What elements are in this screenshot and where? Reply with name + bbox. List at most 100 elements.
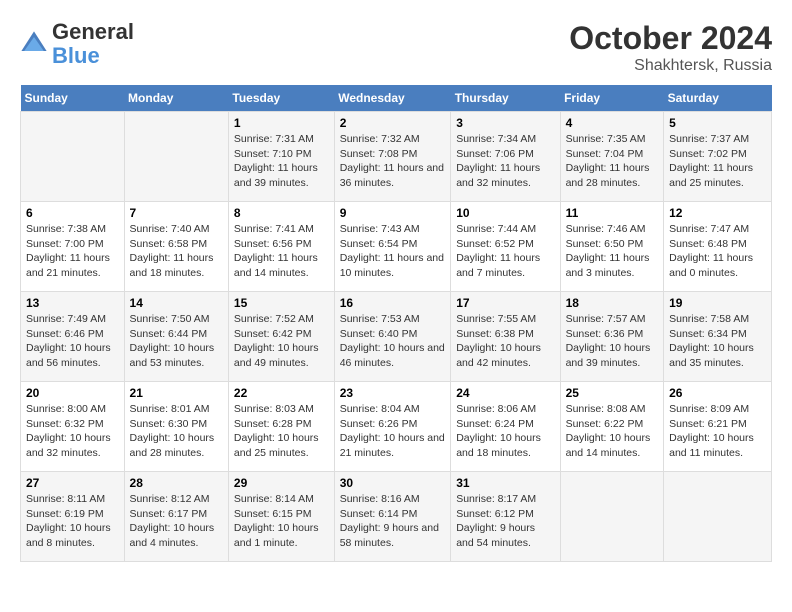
day-number: 27: [26, 476, 119, 490]
calendar-cell: 26 Sunrise: 8:09 AM Sunset: 6:21 PM Dayli…: [664, 382, 772, 472]
day-number: 9: [340, 206, 446, 220]
cell-content: Sunrise: 8:14 AM Sunset: 6:15 PM Dayligh…: [234, 492, 329, 551]
cell-content: Sunrise: 7:58 AM Sunset: 6:34 PM Dayligh…: [669, 312, 766, 371]
calendar-cell: 18Sunrise: 7:57 AM Sunset: 6:36 PM Dayli…: [560, 292, 664, 382]
calendar-cell: 21 Sunrise: 8:01 AM Sunset: 6:30 PM Dayli…: [124, 382, 228, 472]
day-number: 28: [130, 476, 223, 490]
calendar-cell: 8 Sunrise: 7:41 AM Sunset: 6:56 PM Daylig…: [228, 202, 334, 292]
calendar-table: SundayMondayTuesdayWednesdayThursdayFrid…: [20, 85, 772, 562]
day-number: 8: [234, 206, 329, 220]
day-number: 18: [566, 296, 659, 310]
cell-content: Sunrise: 8:16 AM Sunset: 6:14 PM Dayligh…: [340, 492, 446, 551]
day-number: 20: [26, 386, 119, 400]
cell-content: Sunrise: 8:06 AM Sunset: 6:24 PM Dayligh…: [456, 402, 554, 461]
day-number: 10: [456, 206, 554, 220]
calendar-cell: 30 Sunrise: 8:16 AM Sunset: 6:14 PM Dayli…: [334, 472, 451, 562]
day-header: Thursday: [451, 85, 560, 112]
day-number: 1: [234, 116, 329, 130]
calendar-cell: 1 Sunrise: 7:31 AM Sunset: 7:10 PM Daylig…: [228, 112, 334, 202]
cell-content: Sunrise: 7:41 AM Sunset: 6:56 PM Dayligh…: [234, 222, 329, 281]
cell-content: Sunrise: 7:46 AM Sunset: 6:50 PM Dayligh…: [566, 222, 659, 281]
day-number: 5: [669, 116, 766, 130]
page-header: General Blue October 2024 Shakhtersk, Ru…: [20, 20, 772, 75]
logo-icon: [20, 30, 48, 58]
day-number: 30: [340, 476, 446, 490]
calendar-cell: 27 Sunrise: 8:11 AM Sunset: 6:19 PM Dayli…: [21, 472, 125, 562]
calendar-cell: 17 Sunrise: 7:55 AM Sunset: 6:38 PM Dayli…: [451, 292, 560, 382]
day-number: 12: [669, 206, 766, 220]
calendar-cell: 29 Sunrise: 8:14 AM Sunset: 6:15 PM Dayli…: [228, 472, 334, 562]
cell-content: Sunrise: 7:43 AM Sunset: 6:54 PM Dayligh…: [340, 222, 446, 281]
day-number: 17: [456, 296, 554, 310]
day-number: 6: [26, 206, 119, 220]
cell-content: Sunrise: 8:17 AM Sunset: 6:12 PM Dayligh…: [456, 492, 554, 551]
calendar-cell: [124, 112, 228, 202]
cell-content: Sunrise: 7:53 AM Sunset: 6:40 PM Dayligh…: [340, 312, 446, 371]
day-header: Wednesday: [334, 85, 451, 112]
cell-content: Sunrise: 8:11 AM Sunset: 6:19 PM Dayligh…: [26, 492, 119, 551]
cell-content: Sunrise: 7:55 AM Sunset: 6:38 PM Dayligh…: [456, 312, 554, 371]
calendar-cell: 6Sunrise: 7:38 AM Sunset: 7:00 PM Daylig…: [21, 202, 125, 292]
calendar-cell: 22Sunrise: 8:03 AM Sunset: 6:28 PM Dayli…: [228, 382, 334, 472]
cell-content: Sunrise: 8:12 AM Sunset: 6:17 PM Dayligh…: [130, 492, 223, 551]
title-block: October 2024 Shakhtersk, Russia: [569, 20, 772, 75]
day-number: 26: [669, 386, 766, 400]
day-number: 29: [234, 476, 329, 490]
logo: General Blue: [20, 20, 134, 68]
cell-content: Sunrise: 7:40 AM Sunset: 6:58 PM Dayligh…: [130, 222, 223, 281]
calendar-cell: 16 Sunrise: 7:53 AM Sunset: 6:40 PM Dayli…: [334, 292, 451, 382]
calendar-cell: [21, 112, 125, 202]
calendar-week-row: 13 Sunrise: 7:49 AM Sunset: 6:46 PM Dayli…: [21, 292, 772, 382]
cell-content: Sunrise: 7:31 AM Sunset: 7:10 PM Dayligh…: [234, 132, 329, 191]
day-header: Friday: [560, 85, 664, 112]
logo-text: General Blue: [52, 20, 134, 68]
day-number: 24: [456, 386, 554, 400]
day-number: 14: [130, 296, 223, 310]
day-number: 4: [566, 116, 659, 130]
cell-content: Sunrise: 7:44 AM Sunset: 6:52 PM Dayligh…: [456, 222, 554, 281]
day-header: Sunday: [21, 85, 125, 112]
calendar-week-row: 20 Sunrise: 8:00 AM Sunset: 6:32 PM Dayli…: [21, 382, 772, 472]
calendar-cell: 4Sunrise: 7:35 AM Sunset: 7:04 PM Daylig…: [560, 112, 664, 202]
calendar-cell: 31Sunrise: 8:17 AM Sunset: 6:12 PM Dayli…: [451, 472, 560, 562]
day-number: 16: [340, 296, 446, 310]
calendar-cell: 12 Sunrise: 7:47 AM Sunset: 6:48 PM Dayli…: [664, 202, 772, 292]
day-number: 11: [566, 206, 659, 220]
calendar-cell: 10 Sunrise: 7:44 AM Sunset: 6:52 PM Dayli…: [451, 202, 560, 292]
page-subtitle: Shakhtersk, Russia: [569, 57, 772, 75]
cell-content: Sunrise: 7:47 AM Sunset: 6:48 PM Dayligh…: [669, 222, 766, 281]
calendar-cell: 25Sunrise: 8:08 AM Sunset: 6:22 PM Dayli…: [560, 382, 664, 472]
cell-content: Sunrise: 7:37 AM Sunset: 7:02 PM Dayligh…: [669, 132, 766, 191]
cell-content: Sunrise: 8:00 AM Sunset: 6:32 PM Dayligh…: [26, 402, 119, 461]
calendar-cell: 3Sunrise: 7:34 AM Sunset: 7:06 PM Daylig…: [451, 112, 560, 202]
cell-content: Sunrise: 7:32 AM Sunset: 7:08 PM Dayligh…: [340, 132, 446, 191]
day-number: 23: [340, 386, 446, 400]
cell-content: Sunrise: 8:04 AM Sunset: 6:26 PM Dayligh…: [340, 402, 446, 461]
calendar-cell: [664, 472, 772, 562]
calendar-cell: 11 Sunrise: 7:46 AM Sunset: 6:50 PM Dayli…: [560, 202, 664, 292]
calendar-cell: 5 Sunrise: 7:37 AM Sunset: 7:02 PM Daylig…: [664, 112, 772, 202]
day-header: Monday: [124, 85, 228, 112]
calendar-cell: [560, 472, 664, 562]
day-number: 2: [340, 116, 446, 130]
calendar-cell: 7 Sunrise: 7:40 AM Sunset: 6:58 PM Daylig…: [124, 202, 228, 292]
day-number: 15: [234, 296, 329, 310]
cell-content: Sunrise: 7:49 AM Sunset: 6:46 PM Dayligh…: [26, 312, 119, 371]
cell-content: Sunrise: 8:01 AM Sunset: 6:30 PM Dayligh…: [130, 402, 223, 461]
cell-content: Sunrise: 8:03 AM Sunset: 6:28 PM Dayligh…: [234, 402, 329, 461]
calendar-cell: 19 Sunrise: 7:58 AM Sunset: 6:34 PM Dayli…: [664, 292, 772, 382]
day-number: 3: [456, 116, 554, 130]
calendar-header-row: SundayMondayTuesdayWednesdayThursdayFrid…: [21, 85, 772, 112]
calendar-cell: 23 Sunrise: 8:04 AM Sunset: 6:26 PM Dayli…: [334, 382, 451, 472]
day-number: 7: [130, 206, 223, 220]
day-number: 13: [26, 296, 119, 310]
calendar-cell: 20 Sunrise: 8:00 AM Sunset: 6:32 PM Dayli…: [21, 382, 125, 472]
day-header: Tuesday: [228, 85, 334, 112]
cell-content: Sunrise: 8:09 AM Sunset: 6:21 PM Dayligh…: [669, 402, 766, 461]
cell-content: Sunrise: 7:50 AM Sunset: 6:44 PM Dayligh…: [130, 312, 223, 371]
day-number: 19: [669, 296, 766, 310]
day-number: 21: [130, 386, 223, 400]
calendar-cell: 28 Sunrise: 8:12 AM Sunset: 6:17 PM Dayli…: [124, 472, 228, 562]
cell-content: Sunrise: 8:08 AM Sunset: 6:22 PM Dayligh…: [566, 402, 659, 461]
day-header: Saturday: [664, 85, 772, 112]
